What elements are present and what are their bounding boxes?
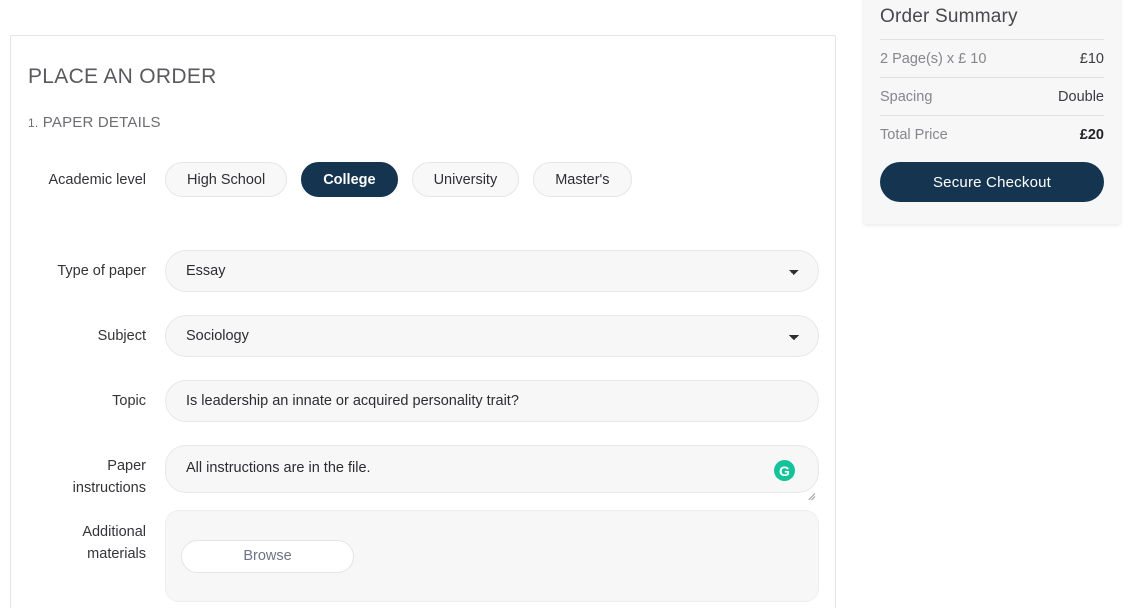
order-form-card: PLACE AN ORDER 1. PAPER DETAILS Academic… [10, 35, 836, 608]
subject-label: Subject [97, 328, 146, 344]
type-of-paper-select[interactable]: Essay [165, 250, 819, 292]
paper-instructions-label-line2: instructions [72, 480, 146, 496]
subject-select[interactable]: Sociology [165, 315, 819, 357]
order-page: PLACE AN ORDER 1. PAPER DETAILS Academic… [0, 0, 1136, 608]
academic-level-options: High School College University Master's [165, 158, 837, 197]
summary-row-pages: 2 Page(s) x £ 10 £10 [880, 39, 1104, 77]
summary-pages-value: £10 [1079, 51, 1104, 67]
section-heading-label: PAPER DETAILS [42, 114, 161, 131]
summary-total-value: £20 [1079, 127, 1104, 143]
paper-instructions-textarea[interactable] [165, 445, 819, 493]
section-step-number: 1. [28, 116, 39, 130]
academic-level-university[interactable]: University [411, 162, 520, 197]
summary-row-spacing: Spacing Double [880, 77, 1104, 115]
academic-level-college[interactable]: College [301, 162, 398, 197]
topic-label: Topic [112, 393, 146, 409]
summary-spacing-value: Double [1058, 89, 1104, 105]
paper-instructions-wrapper: G [165, 445, 819, 498]
subject-row: Subject Sociology [11, 315, 837, 357]
textarea-resize-handle[interactable] [805, 487, 815, 497]
summary-pages-label: 2 Page(s) x £ 10 [880, 51, 987, 67]
academic-level-masters[interactable]: Master's [533, 162, 632, 197]
secure-checkout-button[interactable]: Secure Checkout [880, 162, 1104, 202]
paper-instructions-label: Paper instructions [11, 445, 156, 499]
order-summary-title: Order Summary [880, 6, 1018, 27]
summary-spacing-label: Spacing [880, 89, 933, 105]
academic-level-high-school[interactable]: High School [165, 162, 288, 197]
additional-materials-label: Additional materials [11, 510, 156, 565]
academic-level-row: Academic level High School College Unive… [11, 158, 837, 197]
browse-button[interactable]: Browse [181, 539, 354, 573]
type-of-paper-label: Type of paper [57, 263, 146, 279]
topic-row: Topic [11, 380, 837, 422]
additional-materials-row: Additional materials Browse [11, 510, 837, 602]
type-of-paper-row: Type of paper Essay [11, 250, 837, 292]
paper-instructions-label-line1: Paper [107, 458, 146, 474]
page-title: PLACE AN ORDER [28, 65, 217, 88]
order-summary-panel: Order Summary 2 Page(s) x £ 10 £10 Spaci… [864, 0, 1120, 224]
paper-instructions-row: Paper instructions G [11, 445, 837, 499]
additional-materials-label-line2: materials [87, 546, 146, 562]
summary-total-label: Total Price [880, 127, 948, 143]
topic-input[interactable] [165, 380, 819, 422]
academic-level-label: Academic level [48, 172, 146, 188]
section-heading: 1. PAPER DETAILS [28, 114, 161, 131]
file-dropzone[interactable]: Browse [165, 510, 819, 602]
summary-row-total: Total Price £20 [880, 115, 1104, 153]
grammarly-icon[interactable]: G [774, 460, 795, 481]
additional-materials-label-line1: Additional [82, 524, 146, 540]
